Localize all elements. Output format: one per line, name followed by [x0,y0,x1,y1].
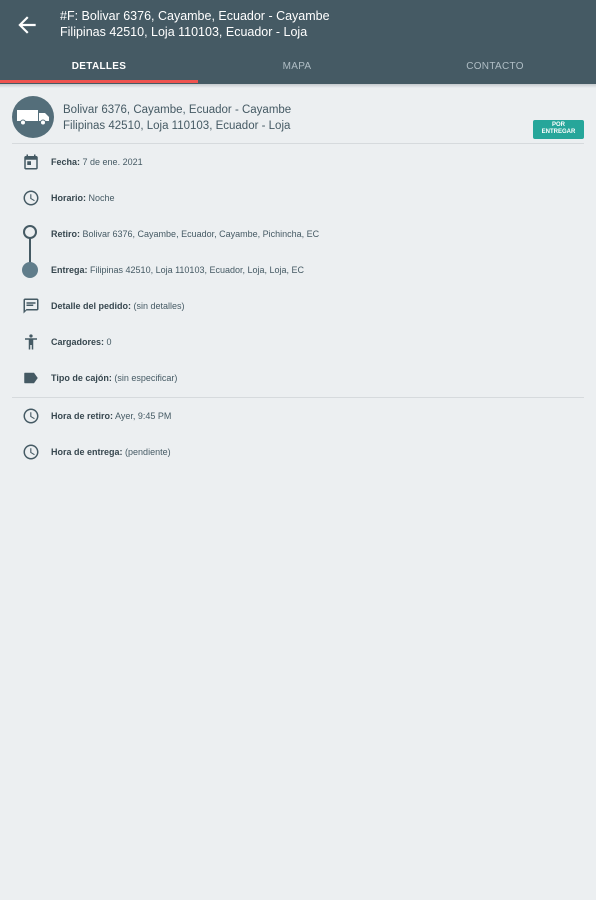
tab-bar: DETALLES MAPA CONTACTO [0,50,596,84]
delivery-address: Filipinas 42510, Loja 110103, Ecuador - … [63,120,291,132]
cargadores-text: Cargadores: 0 [51,335,112,349]
truck-avatar [12,96,54,138]
tab-detalles[interactable]: DETALLES [0,50,198,84]
row-fecha: Fecha: 7 de ene. 2021 [0,144,596,180]
tab-indicator [0,80,198,83]
person-icon [22,333,40,351]
retiro-label: Retiro: [51,229,80,239]
horario-text: Horario: Noche [51,191,115,205]
cajon-text: Tipo de cajón: (sin especificar) [51,371,177,385]
tab-contacto[interactable]: CONTACTO [396,50,594,84]
title-line-1: #F: Bolivar 6376, Cayambe, Ecuador - Cay… [60,9,330,23]
app-bar: #F: Bolivar 6376, Cayambe, Ecuador - Cay… [0,0,596,84]
hora-entrega-value: (pendiente) [125,447,171,457]
retiro-text: Retiro: Bolivar 6376, Cayambe, Ecuador, … [51,227,319,241]
cargadores-value: 0 [106,337,112,347]
appbar-shadow [0,84,596,88]
horario-value: Noche [88,193,115,203]
chat-icon [22,297,40,315]
truck-icon [17,110,49,126]
pickup-address: Bolivar 6376, Cayambe, Ecuador - Cayambe [63,104,292,116]
back-arrow-icon[interactable] [14,12,40,38]
fecha-label: Fecha: [51,157,81,167]
cajon-label: Tipo de cajón: [51,373,112,383]
row-detalle: Detalle del pedido: (sin detalles) [0,288,596,324]
hora-retiro-text: Hora de retiro: Ayer, 9:45 PM [51,409,171,423]
clock-icon [22,443,40,461]
row-retiro: Retiro: Bolivar 6376, Cayambe, Ecuador, … [0,216,596,252]
cargadores-label: Cargadores: [51,337,105,347]
title-line-2: Filipinas 42510, Loja 110103, Ecuador - … [60,25,308,39]
horario-label: Horario: [51,193,87,203]
badge-line-2: ENTREGAR [541,129,576,135]
fecha-value: 7 de ene. 2021 [82,157,143,167]
row-cajon: Tipo de cajón: (sin especificar) [0,360,596,396]
order-header: Bolivar 6376, Cayambe, Ecuador - Cayambe… [0,92,596,142]
row-hora-entrega: Hora de entrega: (pendiente) [0,434,596,470]
detalle-value: (sin detalles) [133,301,185,311]
row-horario: Horario: Noche [0,180,596,216]
hora-retiro-label: Hora de retiro: [51,411,114,421]
clock-icon [22,407,40,425]
status-badge: POR ENTREGAR [533,120,584,139]
hora-entrega-text: Hora de entrega: (pendiente) [51,445,171,459]
entrega-label: Entrega: [51,265,88,275]
hora-retiro-value: Ayer, 9:45 PM [115,411,172,421]
clock-icon [22,189,40,207]
entrega-value: Filipinas 42510, Loja 110103, Ecuador, L… [90,265,305,275]
fecha-text: Fecha: 7 de ene. 2021 [51,155,143,169]
badge-line-1: POR [551,122,565,128]
row-hora-retiro: Hora de retiro: Ayer, 9:45 PM [0,398,596,434]
order-addresses: Bolivar 6376, Cayambe, Ecuador - Cayambe… [63,102,291,134]
detalle-label: Detalle del pedido: [51,301,132,311]
tab-mapa[interactable]: MAPA [198,50,396,84]
hora-entrega-label: Hora de entrega: [51,447,123,457]
calendar-icon [22,153,40,171]
label-icon [22,369,40,387]
detalle-text: Detalle del pedido: (sin detalles) [51,299,185,313]
row-cargadores: Cargadores: 0 [0,324,596,360]
cajon-value: (sin especificar) [114,373,178,383]
retiro-value: Bolivar 6376, Cayambe, Ecuador, Cayambe,… [82,229,320,239]
page-title: #F: Bolivar 6376, Cayambe, Ecuador - Cay… [60,8,580,40]
entrega-text: Entrega: Filipinas 42510, Loja 110103, E… [51,263,304,277]
row-entrega: Entrega: Filipinas 42510, Loja 110103, E… [0,252,596,288]
